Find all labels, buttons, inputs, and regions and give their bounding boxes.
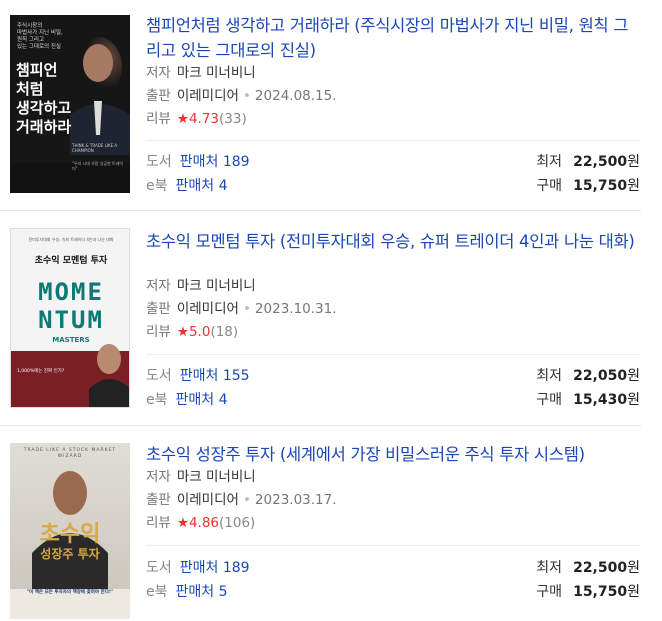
print-price-row: 도서 판매처 189 최저 22,500원 bbox=[146, 150, 640, 174]
lowest-price[interactable]: 22,050원 bbox=[573, 364, 640, 388]
cover-title-2: 성장주 투자 bbox=[40, 547, 100, 561]
cover-top-text: TRADE LIKE A STOCK MARKET WIZARD bbox=[23, 448, 117, 459]
star-icon: ★ bbox=[176, 324, 189, 340]
publisher-label: 출판 bbox=[146, 492, 171, 508]
publish-date: 2023.03.17. bbox=[254, 492, 337, 508]
review-line: 리뷰 ★4.86(106) bbox=[146, 512, 255, 535]
book-cover[interactable]: 전미투자대회 우승, 슈퍼 트레이더 4인과 나눈 대화 초수익 모멘텀 투자 … bbox=[10, 228, 130, 408]
publisher-name[interactable]: 이레미디어 bbox=[177, 492, 239, 508]
lowest-price[interactable]: 22,500원 bbox=[573, 556, 640, 580]
cover-top-text: 전미투자대회 우승, 슈퍼 트레이더 4인과 나눈 대화 bbox=[28, 237, 114, 242]
print-price-row: 도서 판매처 189 최저 22,500원 bbox=[146, 556, 640, 580]
publisher-name[interactable]: 이레미디어 bbox=[177, 301, 239, 317]
print-price-row: 도서 판매처 155 최저 22,050원 bbox=[146, 364, 640, 388]
cover-bottom-text: "이 책은 모든 투자자의 책장에 꽂혀야 한다!" bbox=[26, 590, 114, 595]
ebook-kind: e북 bbox=[146, 178, 168, 194]
lowest-label: 최저 bbox=[536, 368, 562, 384]
review-count[interactable]: (33) bbox=[219, 111, 247, 127]
item-divider bbox=[0, 210, 641, 211]
print-sellers-link[interactable]: 판매처 189 bbox=[180, 560, 250, 576]
rating-value: 4.73 bbox=[188, 111, 220, 127]
print-sellers-link[interactable]: 판매처 189 bbox=[180, 154, 250, 170]
cover-title-1: 초수익 bbox=[39, 522, 101, 547]
buy-price[interactable]: 15,750원 bbox=[573, 580, 640, 604]
buy-price[interactable]: 15,750원 bbox=[573, 174, 640, 198]
rating-value: 5.0 bbox=[188, 324, 211, 340]
ebook-sellers-link[interactable]: 판매처 5 bbox=[176, 584, 228, 600]
rating-value: 4.86 bbox=[188, 515, 220, 531]
author-line: 저자 마크 미너비니 bbox=[146, 466, 256, 489]
review-count[interactable]: (18) bbox=[210, 324, 238, 340]
cover-bottom-text: 1,000%에는 진짜 인가? bbox=[17, 369, 65, 374]
price-divider bbox=[146, 545, 640, 546]
book-title-link[interactable]: 초수익 모멘텀 투자 (전미투자대회 우승, 슈퍼 트레이더 4인과 나눈 대화… bbox=[146, 229, 640, 254]
ebook-price-row: e북 판매처 4 구매 15,430원 bbox=[146, 388, 640, 412]
publish-date: 2024.08.15. bbox=[254, 88, 337, 104]
buy-label: 구매 bbox=[536, 178, 562, 194]
ebook-price-row: e북 판매처 4 구매 15,750원 bbox=[146, 174, 640, 198]
buy-label: 구매 bbox=[536, 584, 562, 600]
review-line: 리뷰 ★4.73(33) bbox=[146, 108, 247, 131]
publisher-label: 출판 bbox=[146, 88, 171, 104]
print-sellers-link[interactable]: 판매처 155 bbox=[180, 368, 250, 384]
price-divider bbox=[146, 354, 640, 355]
buy-price[interactable]: 15,430원 bbox=[573, 388, 640, 412]
author-name[interactable]: 마크 미너비니 bbox=[177, 469, 256, 485]
author-label: 저자 bbox=[146, 65, 171, 81]
cover-top-text: 주식시장의 마법사가 지닌 비밀, 원칙 그리고 있는 그대로의 진실 bbox=[17, 23, 63, 50]
review-count[interactable]: (106) bbox=[219, 515, 255, 531]
author-line: 저자 마크 미너비니 bbox=[146, 62, 256, 85]
cover-tagline: "우리 시대 가장 성공한 트레이더" bbox=[72, 161, 124, 171]
cover-title: 챔피언 처럼 생각하고 거래하라 bbox=[16, 61, 72, 136]
book-cover[interactable]: 주식시장의 마법사가 지닌 비밀, 원칙 그리고 있는 그대로의 진실 챔피언 … bbox=[10, 15, 130, 193]
buy-label: 구매 bbox=[536, 392, 562, 408]
review-label: 리뷰 bbox=[146, 111, 171, 127]
author-name[interactable]: 마크 미너비니 bbox=[177, 65, 256, 81]
author-label: 저자 bbox=[146, 278, 171, 294]
print-kind: 도서 bbox=[146, 368, 172, 384]
publisher-label: 출판 bbox=[146, 301, 171, 317]
print-kind: 도서 bbox=[146, 560, 172, 576]
book-title-link[interactable]: 초수익 성장주 투자 (세계에서 가장 비밀스러운 주식 투자 시스템) bbox=[146, 442, 640, 467]
cover-big-text-2: NTUM bbox=[38, 306, 104, 334]
star-icon: ★ bbox=[176, 515, 189, 531]
book-cover[interactable]: TRADE LIKE A STOCK MARKET WIZARD 초수익 성장주… bbox=[10, 443, 130, 619]
publisher-name[interactable]: 이레미디어 bbox=[177, 88, 239, 104]
publisher-line: 출판 이레미디어 • 2023.03.17. bbox=[146, 492, 337, 508]
star-icon: ★ bbox=[176, 111, 189, 127]
price-divider bbox=[146, 140, 640, 141]
publish-date: 2023.10.31. bbox=[254, 301, 337, 317]
ebook-kind: e북 bbox=[146, 584, 168, 600]
cover-title: 초수익 모멘텀 투자 bbox=[34, 256, 108, 266]
lowest-label: 최저 bbox=[536, 560, 562, 576]
ebook-price-row: e북 판매처 5 구매 15,750원 bbox=[146, 580, 640, 604]
publisher-line: 출판 이레미디어 • 2024.08.15. bbox=[146, 88, 337, 104]
author-line: 저자 마크 미너비니 bbox=[146, 275, 256, 298]
lowest-label: 최저 bbox=[536, 154, 562, 170]
cover-masters: MASTERS bbox=[52, 336, 90, 344]
lowest-price[interactable]: 22,500원 bbox=[573, 150, 640, 174]
cover-subtitle: THINK & TRADE LIKE A CHAMPION bbox=[72, 143, 118, 153]
ebook-sellers-link[interactable]: 판매처 4 bbox=[176, 392, 228, 408]
review-label: 리뷰 bbox=[146, 324, 171, 340]
review-label: 리뷰 bbox=[146, 515, 171, 531]
print-kind: 도서 bbox=[146, 154, 172, 170]
book-title-link[interactable]: 챔피언처럼 생각하고 거래하라 (주식시장의 마법사가 지닌 비밀, 원칙 그리… bbox=[146, 13, 640, 63]
ebook-sellers-link[interactable]: 판매처 4 bbox=[176, 178, 228, 194]
ebook-kind: e북 bbox=[146, 392, 168, 408]
cover-big-text-1: MOME bbox=[38, 278, 104, 306]
author-label: 저자 bbox=[146, 469, 171, 485]
review-line: 리뷰 ★5.0(18) bbox=[146, 321, 238, 344]
author-name[interactable]: 마크 미너비니 bbox=[177, 278, 256, 294]
publisher-line: 출판 이레미디어 • 2023.10.31. bbox=[146, 301, 337, 317]
item-divider bbox=[0, 425, 641, 426]
